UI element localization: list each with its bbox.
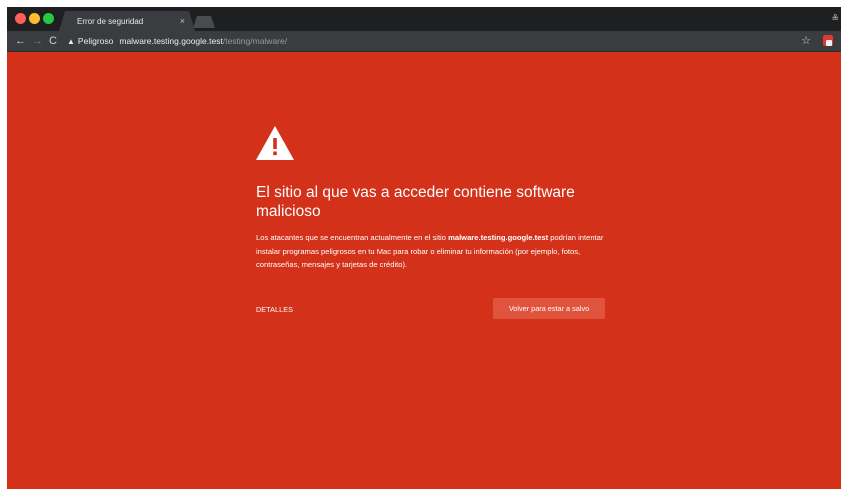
tab-close-icon[interactable]: × — [180, 16, 185, 26]
warning-triangle-icon — [256, 126, 294, 160]
details-link[interactable]: DETALLES — [256, 305, 293, 314]
forward-icon[interactable]: → — [32, 34, 43, 48]
browser-window: Error de seguridad × ≗ ← → C ▲ Peligroso… — [7, 7, 841, 489]
tab-strip: Error de seguridad × ≗ — [7, 7, 841, 31]
tab-title: Error de seguridad — [77, 17, 144, 26]
tab-active[interactable]: Error de seguridad × — [59, 11, 195, 31]
warning-icon[interactable]: ▲ — [67, 37, 75, 46]
window-maximize-button[interactable] — [43, 13, 54, 24]
profile-icon[interactable]: ≗ — [831, 13, 839, 24]
malicious-site-name: malware.testing.google.test — [448, 233, 549, 242]
browser-toolbar: ← → C ▲ Peligroso malware.testing.google… — [7, 31, 841, 52]
extension-icon[interactable] — [823, 35, 833, 46]
window-minimize-button[interactable] — [29, 13, 40, 24]
bookmark-star-icon[interactable]: ☆ — [801, 34, 811, 47]
explanation-text-start: Los atacantes que se encuentran actualme… — [256, 233, 449, 242]
page-title: El sitio al que vas a acceder contiene s… — [256, 184, 575, 220]
window-close-button[interactable] — [15, 13, 26, 24]
address-bar[interactable]: ▲ Peligroso malware.testing.google.test /… — [63, 33, 789, 49]
back-icon[interactable]: ← — [15, 34, 26, 48]
url-host: malware.testing.google.test — [119, 36, 223, 46]
security-status[interactable]: Peligroso — [78, 36, 113, 46]
interstitial-page: El sitio al que vas a acceder contiene s… — [7, 52, 841, 489]
url-path: /testing/malware/ — [222, 36, 288, 46]
new-tab-button[interactable] — [193, 16, 215, 28]
explanation-text: Los atacantes que se encuentran actualme… — [256, 231, 616, 272]
reload-icon[interactable]: C — [49, 34, 57, 48]
back-to-safety-button[interactable]: Volver para estar a salvo — [493, 298, 605, 319]
